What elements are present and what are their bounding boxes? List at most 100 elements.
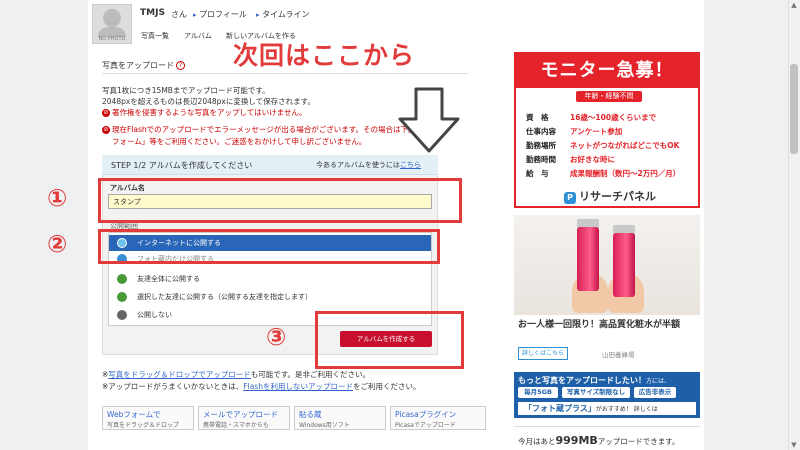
dragdrop-note: ※写真をドラッグ＆ドロップでアップロードも可能です。是非ご利用ください。 — [102, 370, 371, 379]
ad-photozou-pill: 毎月5GB — [518, 387, 558, 398]
profile-link-label: プロフィール — [199, 10, 247, 19]
method-harukura[interactable]: 貼る蔵 Windows用ソフト — [294, 406, 386, 430]
upload-section-title-text: 写真をアップロード — [102, 61, 174, 70]
annotation-box-3 — [315, 311, 464, 369]
ad-lotion-source: 山田養蜂場 — [602, 351, 635, 359]
noflash-note-pre: ※アップロードがうまくいかないときは、 — [102, 382, 244, 391]
ad-monitor-row-value: ネットがつながればどこでもOK — [570, 141, 680, 150]
ad-monitor[interactable]: モニター急募！ 年齢・経験不問 資 格 16歳～100歳くらいまで 仕事内容 アンケ… — [514, 52, 700, 208]
ad-lotion-details-button[interactable]: 詳しくはこちら — [518, 347, 568, 360]
method-picasa[interactable]: Picasaプラグイン Picasaでアップロード — [390, 406, 486, 430]
vertical-scrollbar[interactable]: ▲ ▼ — [788, 0, 800, 450]
ad-monitor-row-key: 勤務場所 — [526, 141, 556, 150]
method-subtitle: Picasaでアップロード — [395, 422, 456, 429]
method-title: 貼る蔵 — [299, 410, 322, 419]
ad-monitor-row: 資 格 16歳～100歳くらいまで — [526, 112, 656, 123]
ad-monitor-row: 勤務時間 お好きな時に — [526, 154, 615, 165]
method-title: Picasaプラグイン — [395, 410, 457, 419]
divider — [102, 73, 468, 74]
publish-option-selected-friends[interactable]: 選択した友達に公開する（公開する友達を指定します） — [109, 289, 431, 305]
scroll-thumb[interactable] — [790, 64, 798, 154]
method-subtitle: 写真をドラッグ＆ドロップ — [107, 422, 180, 429]
method-subtitle: 携帯電話・スマホからも — [203, 422, 269, 429]
ad-lotion[interactable]: お一人様一回限り！高品質化粧水が半額 詳しくはこちら 山田養蜂場 — [514, 215, 700, 365]
bottle-shape — [613, 233, 635, 297]
step-label: STEP 1/2 アルバムを作成してください — [111, 161, 253, 170]
down-arrow-icon — [398, 87, 460, 153]
research-panel-logo: P リサーチパネル — [564, 188, 656, 204]
lock-user-icon — [117, 310, 127, 320]
upload-section-title: 写真をアップロード? — [102, 60, 185, 71]
scroll-down-icon[interactable]: ▼ — [789, 440, 799, 450]
friend-select-icon — [117, 292, 127, 302]
use-existing-album: 今あるアルバムを使うにはこちら — [316, 160, 421, 170]
quota-post: アップロードできます。 — [597, 437, 680, 446]
ad-photozou-pill: 写真サイズ制限なし — [562, 387, 630, 398]
ad-monitor-row-value: 成果報酬制（数円～2万円／月） — [570, 169, 681, 178]
lotion-image — [514, 215, 700, 315]
dragdrop-note-text: も可能です。是非ご利用ください。 — [250, 370, 371, 379]
ad-monitor-row: 仕事内容 アンケート参加 — [526, 126, 622, 137]
ad-monitor-sub: 年齢・経験不問 — [576, 91, 642, 102]
method-email[interactable]: メールでアップロード 携帯電話・スマホからも — [198, 406, 290, 430]
annotation-box-1 — [98, 178, 462, 223]
quota-pre: 今月はあと — [518, 437, 556, 446]
prohibit-icon: ⊘ — [102, 109, 110, 117]
ad-monitor-row: 勤務場所 ネットがつながればどこでもOK — [526, 140, 679, 151]
warn-copyright-text: 著作権を侵害するような写真をアップしてはいけません。 — [112, 108, 307, 117]
ad-photozou-banner-suffix: がおすすめ！ 詳しくは — [595, 406, 658, 413]
annotation-number-1: ① — [47, 184, 68, 212]
timeline-link[interactable]: ▸ タイムライン — [256, 9, 310, 20]
method-title: Webフォームで — [107, 410, 161, 419]
chevron-right-icon: ▸ — [256, 11, 260, 19]
avatar-head-shape — [103, 9, 121, 27]
ad-monitor-row-value: アンケート参加 — [570, 127, 623, 136]
help-icon[interactable]: ? — [176, 61, 185, 70]
user-name-suffix: さん — [171, 10, 187, 19]
annotation-title: 次回はここから — [233, 41, 416, 70]
method-webform[interactable]: Webフォームで写真をドラッグ＆ドロップ — [102, 406, 194, 430]
ad-photozou-headline-suffix: 方には、 — [646, 378, 671, 385]
profile-link[interactable]: ▸ プロフィール — [193, 9, 247, 20]
publish-option-label: 公開しない — [137, 311, 172, 319]
annotation-number-3: ③ — [266, 323, 287, 351]
warn-copyright: ⊘ 著作権を侵害するような写真をアップしてはいけません。 — [102, 107, 306, 118]
use-existing-album-link[interactable]: こちら — [400, 161, 421, 169]
ad-photozou-plus[interactable]: もっと写真をアップロードしたい！方には、 毎月5GB 写真サイズ制限なし 広告非… — [514, 372, 700, 418]
user-name[interactable]: TMJS — [140, 8, 165, 18]
ad-photozou-headline: もっと写真をアップロードしたい！方には、 — [518, 375, 670, 386]
noflash-note-post: をご利用ください。 — [352, 382, 421, 391]
ad-monitor-headline: モニター急募！ — [516, 54, 698, 88]
quota-amount: 999MB — [555, 434, 598, 447]
info-resize: 2048pxを超えるものは長辺2048pxに変換して保存されます。 — [102, 97, 315, 106]
dragdrop-link[interactable]: 写真をドラッグ＆ドロップでアップロード — [108, 370, 251, 379]
avatar-placeholder-text: NO PHOTO — [98, 36, 126, 42]
ad-lotion-title: お一人様一回限り！高品質化粧水が半額 — [518, 320, 681, 330]
method-subtitle: Windows用ソフト — [299, 422, 350, 429]
ad-monitor-row-key: 仕事内容 — [526, 127, 556, 136]
ad-monitor-row-value: お好きな時に — [570, 155, 615, 164]
warn-flash-2: フォーム」等をご利用ください。ご迷惑をおかけして申し訳ございません。 — [112, 137, 367, 146]
use-existing-album-text: 今あるアルバムを使うには — [316, 161, 400, 169]
publish-option-all-friends[interactable]: 友達全体に公開する — [109, 271, 431, 287]
timeline-link-label: タイムライン — [262, 10, 310, 19]
ad-photozou-banner: 「フォト蔵プラス」がおすすめ！ 詳しくは — [518, 402, 696, 415]
ad-monitor-row-value: 16歳～100歳くらいまで — [570, 113, 657, 122]
subnav-photo-list[interactable]: 写真一覧 — [141, 31, 169, 41]
ad-monitor-row: 給 与 成果報酬制（数円～2万円／月） — [526, 168, 680, 179]
scroll-up-icon[interactable]: ▲ — [789, 0, 799, 10]
annotation-box-2 — [98, 229, 440, 264]
ad-photozou-banner-text: 「フォト蔵プラス」 — [524, 404, 596, 413]
info-size-limit: 写真1枚につき15MBまでアップロード可能です。 — [102, 86, 270, 95]
prohibit-icon: ⊘ — [102, 126, 110, 134]
avatar[interactable]: NO PHOTO — [92, 4, 132, 44]
bottle-shape — [577, 227, 599, 291]
subnav-album[interactable]: アルバム — [184, 31, 212, 41]
ad-monitor-row-key: 給 与 — [526, 169, 549, 178]
warn-flash: ⊘ 現在Flashでのアップロードでエラーメッセージが出る場合がございます。その場… — [102, 124, 448, 135]
ad-photozou-pill: 広告非表示 — [634, 387, 676, 398]
noflash-note: ※アップロードがうまくいかないときは、Flashを利用しないアップロードをご利用… — [102, 381, 420, 392]
method-title: メールでアップロード — [203, 410, 278, 419]
noflash-link[interactable]: Flashを利用しないアップロード — [243, 382, 353, 391]
friends-icon — [117, 274, 127, 284]
